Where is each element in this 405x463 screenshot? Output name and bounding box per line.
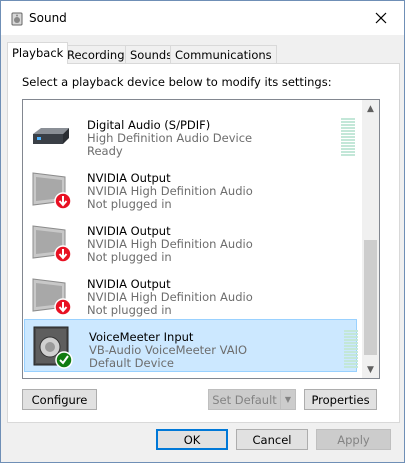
device-list-scrollbar[interactable]: ▲ ▼ bbox=[362, 100, 379, 378]
device-status: Not plugged in bbox=[87, 303, 172, 317]
volume-meter bbox=[344, 330, 358, 368]
close-button[interactable] bbox=[358, 1, 404, 35]
monitor-unplugged-icon bbox=[32, 172, 72, 210]
properties-button[interactable]: Properties bbox=[304, 389, 377, 410]
playback-panel: Select a playback device below to modify… bbox=[7, 63, 400, 423]
tab-recording[interactable]: Recording bbox=[62, 45, 130, 64]
device-item[interactable]: NVIDIA Output NVIDIA High Definition Aud… bbox=[23, 161, 361, 214]
device-status: Ready bbox=[87, 144, 123, 158]
device-name: VoiceMeeter Input bbox=[89, 330, 194, 344]
device-description: NVIDIA High Definition Audio bbox=[87, 184, 253, 198]
configure-button[interactable]: Configure bbox=[22, 389, 97, 410]
speaker-app-icon bbox=[11, 12, 23, 26]
volume-meter bbox=[341, 118, 355, 156]
device-description: NVIDIA High Definition Audio bbox=[87, 290, 253, 304]
scrollbar-thumb[interactable] bbox=[364, 240, 377, 355]
device-status: Default Device bbox=[89, 356, 175, 370]
window-title: Sound bbox=[29, 11, 67, 25]
monitor-unplugged-icon bbox=[32, 278, 72, 316]
device-item-selected[interactable]: VoiceMeeter Input VB-Audio VoiceMeeter V… bbox=[24, 319, 358, 372]
cancel-button[interactable]: Cancel bbox=[236, 429, 308, 450]
speaker-default-icon bbox=[33, 326, 73, 369]
set-default-dropdown[interactable]: ▼ bbox=[280, 389, 296, 410]
device-name: Digital Audio (S/PDIF) bbox=[87, 118, 211, 132]
device-name: NVIDIA Output bbox=[87, 224, 171, 238]
scroll-up-button[interactable]: ▲ bbox=[362, 100, 379, 117]
device-description: High Definition Audio Device bbox=[87, 131, 253, 145]
device-description: VB-Audio VoiceMeeter VAIO bbox=[89, 343, 248, 357]
device-item[interactable]: NVIDIA Output NVIDIA High Definition Aud… bbox=[23, 214, 361, 267]
scroll-down-button[interactable]: ▼ bbox=[362, 361, 379, 378]
monitor-unplugged-icon bbox=[32, 225, 72, 263]
device-item[interactable]: NVIDIA Output NVIDIA High Definition Aud… bbox=[23, 267, 361, 320]
chevron-down-icon: ▼ bbox=[367, 364, 374, 375]
chevron-up-icon: ▲ bbox=[367, 103, 374, 114]
device-list[interactable]: Digital Audio (S/PDIF) High Definition A… bbox=[22, 99, 380, 379]
spdif-device-icon bbox=[33, 128, 69, 144]
chevron-down-icon: ▼ bbox=[284, 395, 292, 404]
device-description: NVIDIA High Definition Audio bbox=[87, 237, 253, 251]
title-bar[interactable]: Sound bbox=[1, 1, 404, 35]
device-status: Not plugged in bbox=[87, 250, 172, 264]
tab-communications[interactable]: Communications bbox=[170, 45, 277, 64]
ok-button[interactable]: OK bbox=[156, 429, 228, 450]
sound-dialog: Sound Playback Recording Sounds Communic… bbox=[0, 0, 405, 463]
tab-playback[interactable]: Playback bbox=[7, 42, 69, 64]
device-status: Not plugged in bbox=[87, 197, 172, 211]
instruction-text: Select a playback device below to modify… bbox=[22, 75, 332, 89]
set-default-button[interactable]: Set Default bbox=[208, 389, 281, 410]
device-name: NVIDIA Output bbox=[87, 277, 171, 291]
close-icon bbox=[375, 12, 387, 24]
device-name: NVIDIA Output bbox=[87, 171, 171, 185]
device-item[interactable]: Digital Audio (S/PDIF) High Definition A… bbox=[23, 108, 361, 161]
apply-button[interactable]: Apply bbox=[316, 429, 391, 450]
